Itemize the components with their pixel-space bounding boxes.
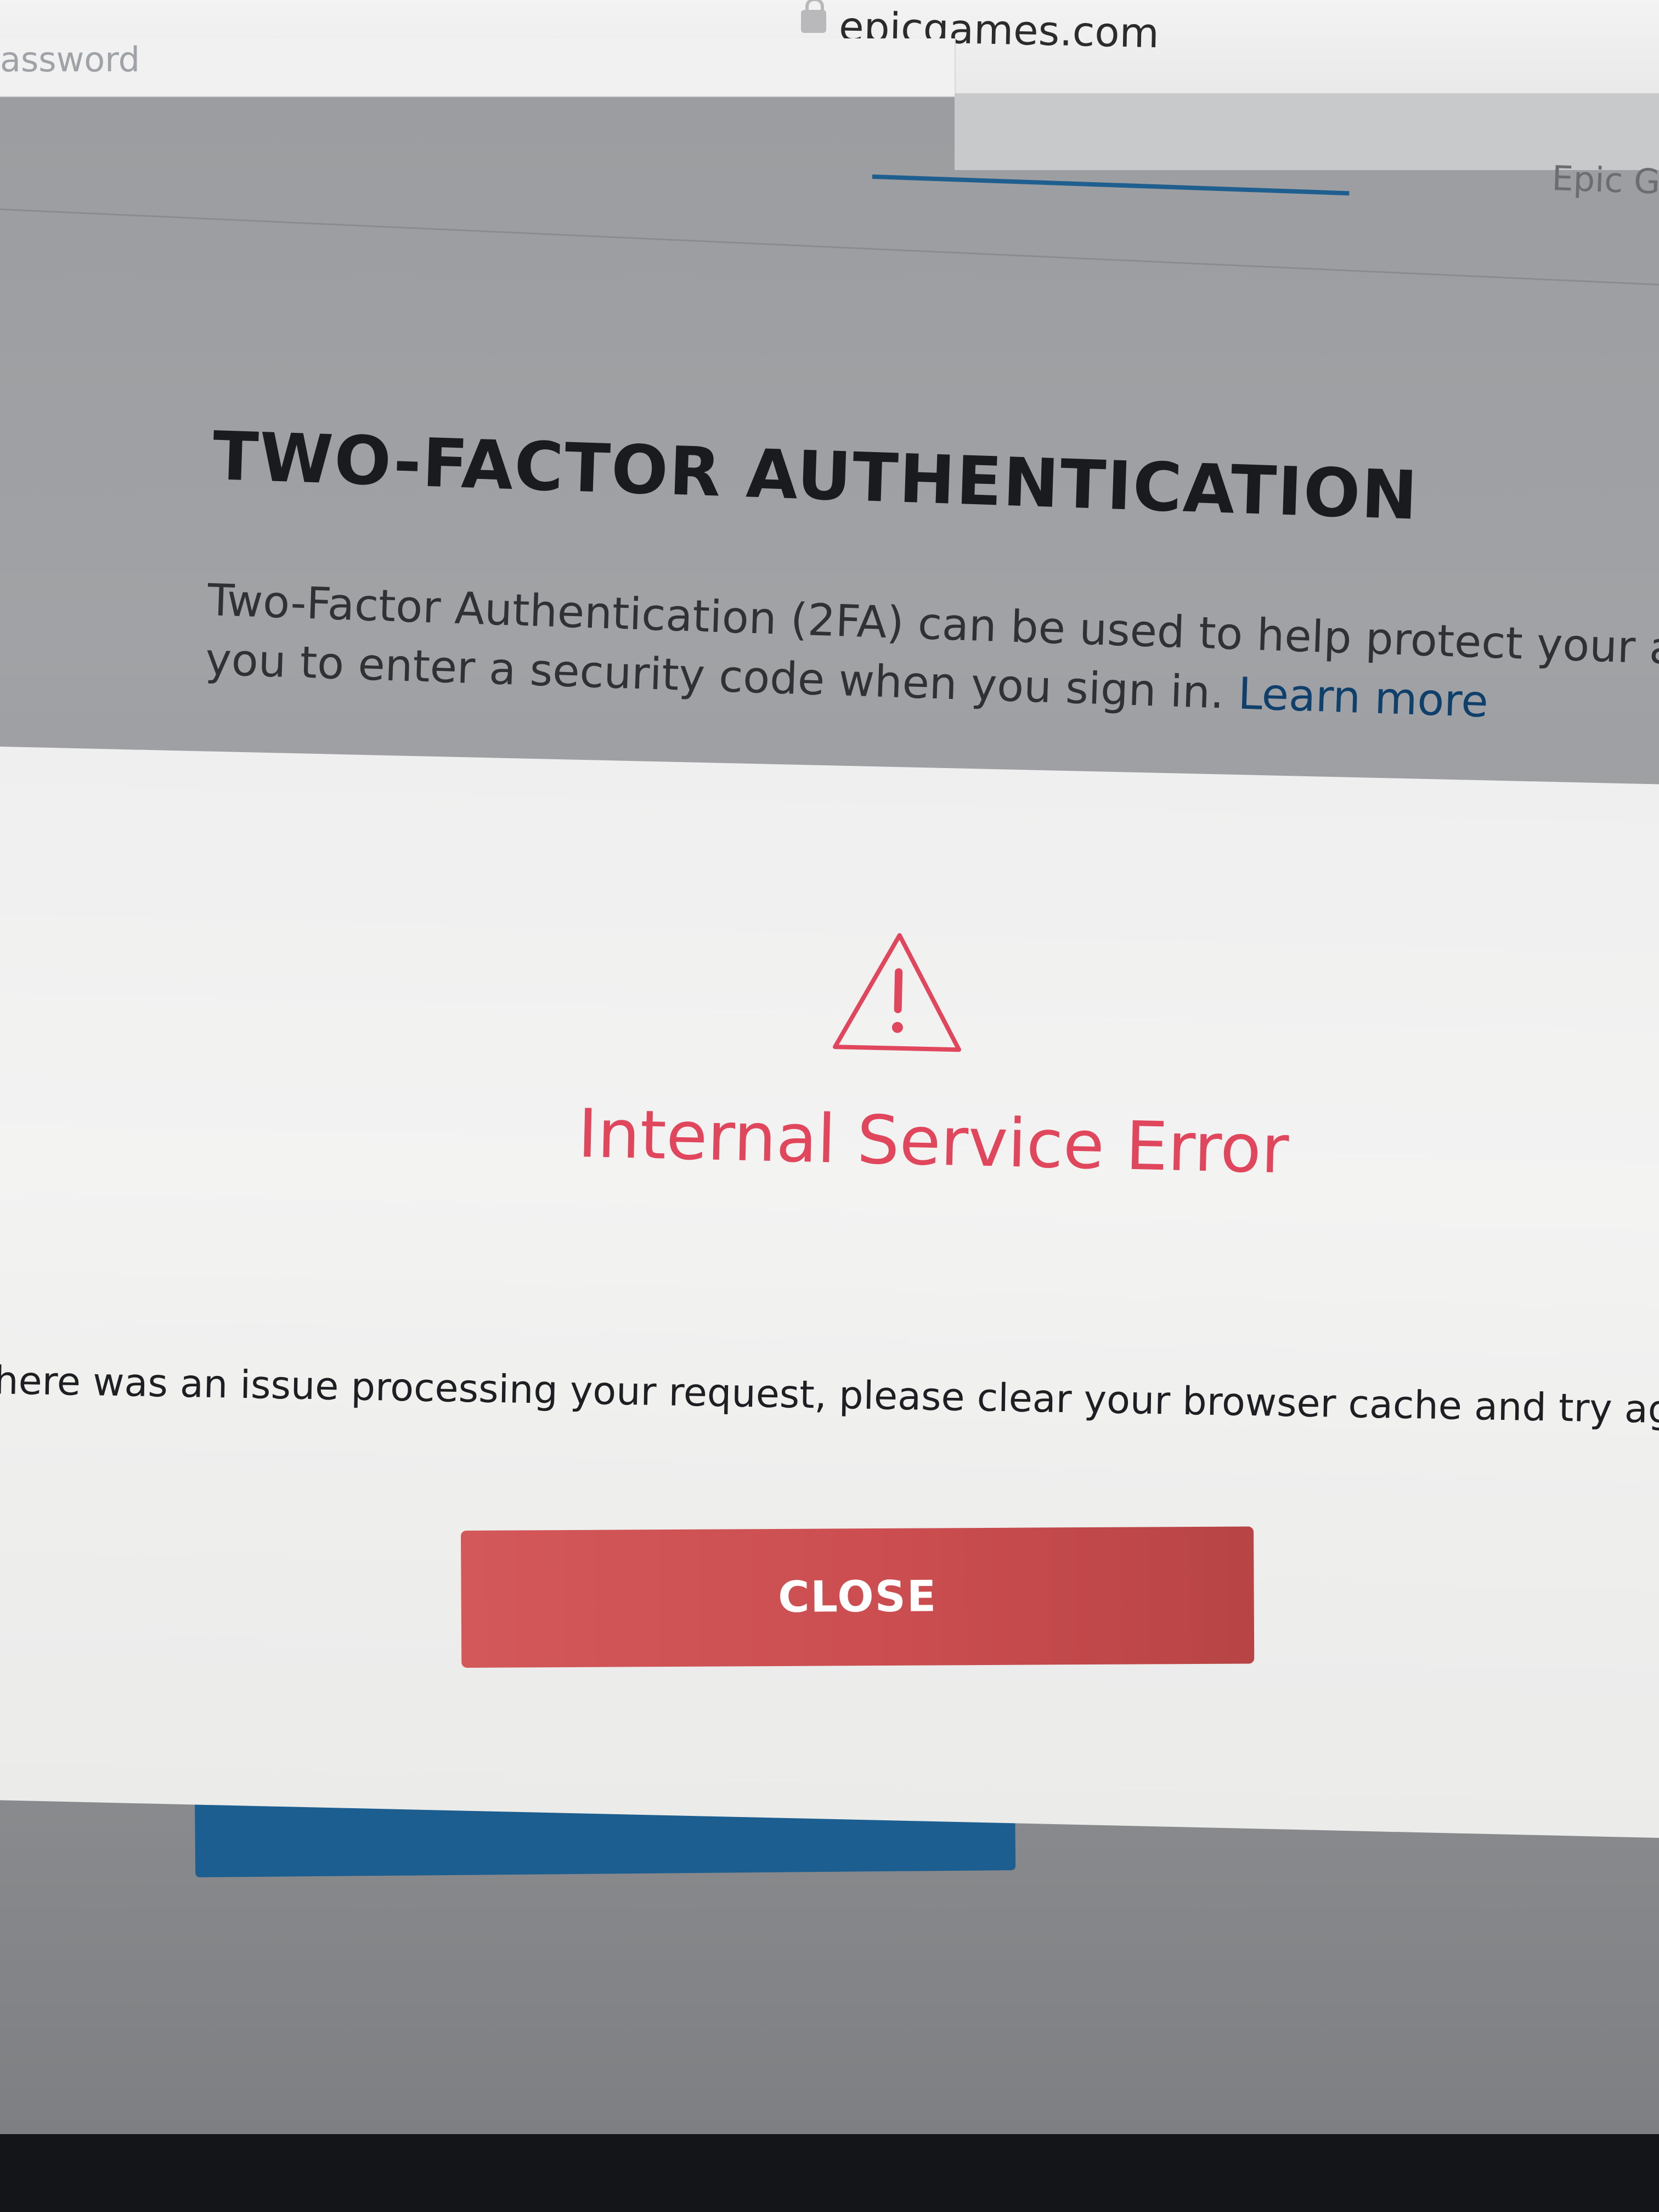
lock-icon: [801, 0, 826, 33]
error-modal: [0, 746, 1659, 1839]
browser-tab-right-label: Epic Ga: [1551, 158, 1659, 203]
active-tab-underline: [872, 174, 1350, 196]
page-description: Two-Factor Authentication (2FA) can be u…: [205, 571, 1659, 740]
learn-more-link[interactable]: Learn more: [1237, 668, 1489, 727]
monitor-screen: epicgames.com assword Epic Ga TWO-FACTOR…: [0, 0, 1659, 2134]
page-title: TWO-FACTOR AUTHENTICATION: [211, 417, 1420, 535]
browser-tab-left[interactable]: [0, 38, 956, 96]
close-button[interactable]: CLOSE: [461, 1526, 1255, 1668]
monitor-bezel: [0, 2134, 1659, 2212]
warning-triangle-icon: [833, 933, 961, 1052]
browser-tab-left-label: assword: [0, 40, 140, 80]
modal-title: Internal Service Error: [577, 1094, 1290, 1189]
header-divider: [0, 208, 1659, 290]
